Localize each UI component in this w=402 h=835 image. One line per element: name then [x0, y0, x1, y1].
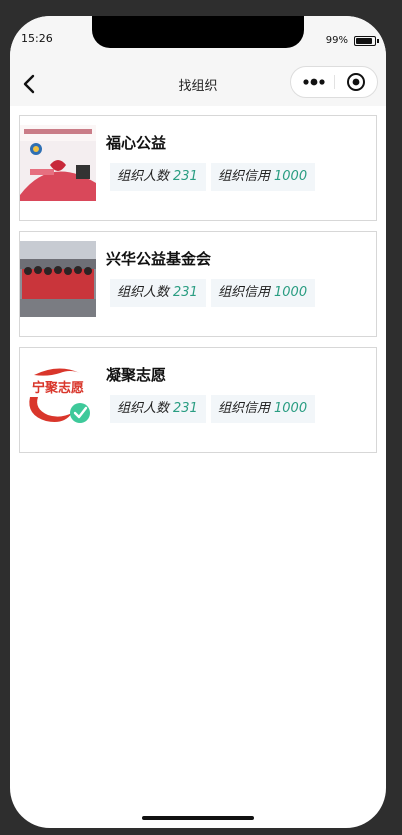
organization-card[interactable]: 宁聚志愿 凝聚志愿 组织人数 231 组织信用 1000 [19, 347, 377, 453]
organization-card[interactable]: 福心公益 组织人数 231 组织信用 1000 [19, 115, 377, 221]
capsule-divider [334, 75, 335, 89]
credit-score-label: 组织信用 [218, 285, 271, 300]
more-dots-icon [303, 78, 325, 86]
battery-icon [354, 36, 379, 46]
credit-score-value: 1000 [274, 169, 308, 184]
home-indicator[interactable] [142, 816, 254, 820]
member-count-value: 231 [173, 285, 198, 300]
nav-bar: 找组织 [10, 62, 386, 106]
phone-screen: 15:26 99% 找组织 福心公益 组织人数 231 组织信用 1000 兴华… [10, 16, 386, 828]
organization-logo: 宁聚志愿 [20, 357, 96, 433]
member-count-label: 组织人数 [117, 285, 170, 300]
miniprogram-capsule [290, 66, 378, 98]
credit-score-label: 组织信用 [218, 169, 271, 184]
organization-name: 凝聚志愿 [106, 366, 167, 384]
organization-thumbnail [20, 125, 96, 201]
member-count-tag: 组织人数 231 [110, 279, 206, 307]
battery-percent: 99% [325, 35, 348, 46]
organization-card[interactable]: 兴华公益基金会 组织人数 231 组织信用 1000 [19, 231, 377, 337]
credit-score-tag: 组织信用 1000 [211, 279, 315, 307]
logo-text: 宁聚志愿 [32, 380, 84, 396]
notch [92, 16, 304, 48]
member-count-value: 231 [173, 401, 198, 416]
organization-name: 福心公益 [106, 134, 167, 152]
credit-score-tag: 组织信用 1000 [211, 395, 315, 423]
credit-score-value: 1000 [274, 401, 308, 416]
member-count-label: 组织人数 [117, 169, 170, 184]
credit-score-value: 1000 [274, 285, 308, 300]
credit-score-label: 组织信用 [218, 401, 271, 416]
close-miniprogram-button[interactable] [345, 71, 367, 93]
more-button[interactable] [301, 72, 327, 92]
status-time: 15:26 [21, 32, 53, 45]
organization-thumbnail [20, 241, 96, 317]
member-count-tag: 组织人数 231 [110, 395, 206, 423]
target-icon [347, 73, 365, 91]
status-bar: 15:26 99% [10, 16, 386, 62]
member-count-label: 组织人数 [117, 401, 170, 416]
member-count-tag: 组织人数 231 [110, 163, 206, 191]
credit-score-tag: 组织信用 1000 [211, 163, 315, 191]
member-count-value: 231 [173, 169, 198, 184]
organization-name: 兴华公益基金会 [106, 250, 212, 268]
